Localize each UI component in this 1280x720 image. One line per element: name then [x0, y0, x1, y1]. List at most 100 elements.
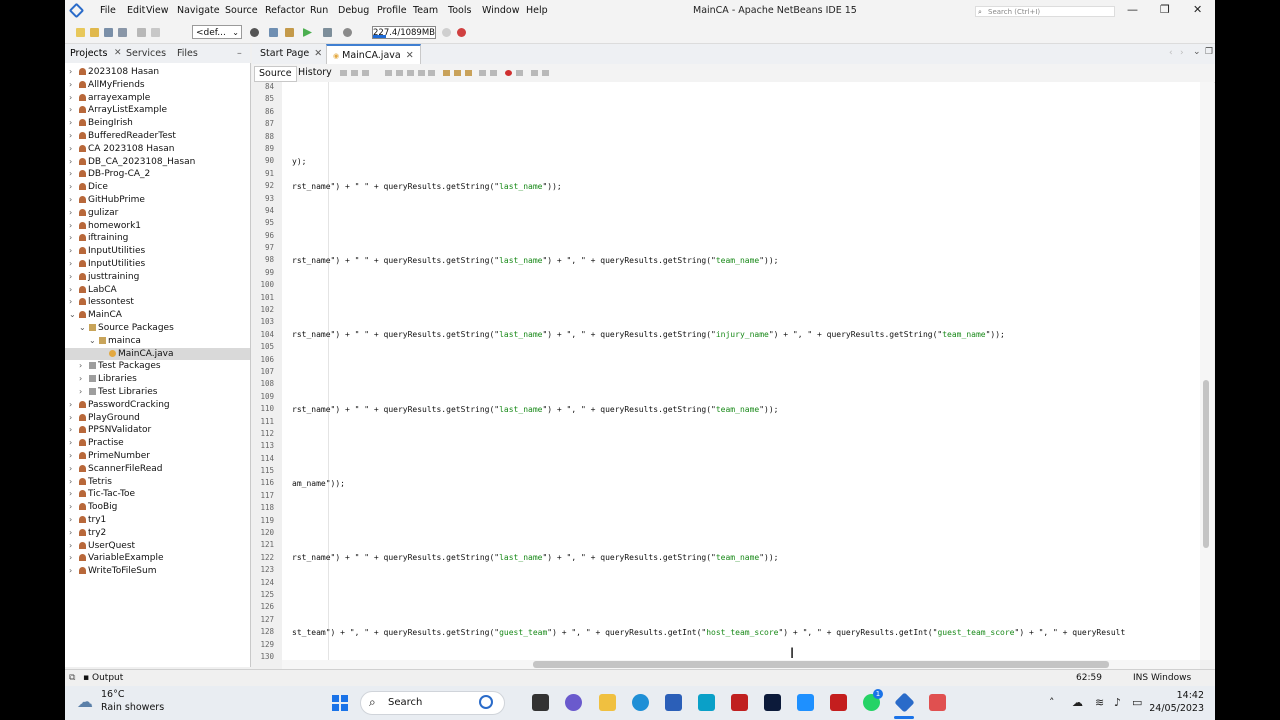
chevron-right-icon[interactable]: ›: [69, 476, 79, 488]
chevron-right-icon[interactable]: ›: [69, 514, 79, 526]
tree-node[interactable]: › try1: [65, 514, 250, 526]
volume-icon[interactable]: ♪: [1114, 696, 1121, 709]
tree-node[interactable]: › AllMyFriends: [65, 79, 250, 91]
line-number[interactable]: 92: [252, 181, 274, 190]
caret-position[interactable]: 62:59: [1076, 670, 1102, 686]
comment-icon[interactable]: [531, 70, 538, 76]
microsoft-store-icon[interactable]: [665, 694, 682, 711]
line-number[interactable]: 93: [252, 194, 274, 203]
line-number[interactable]: 88: [252, 132, 274, 141]
menu-tools[interactable]: Tools: [448, 5, 471, 16]
menu-run[interactable]: Run: [310, 5, 328, 16]
insert-mode-line-ending[interactable]: INS Windows (CRLF): [1133, 670, 1215, 686]
tree-node[interactable]: › homework1: [65, 220, 250, 232]
tree-node[interactable]: › DB-Prog-CA_2: [65, 168, 250, 180]
tree-node[interactable]: › VariableExample: [65, 552, 250, 564]
chevron-right-icon[interactable]: ›: [69, 540, 79, 552]
shift-right-icon[interactable]: [490, 70, 497, 76]
line-number[interactable]: 111: [252, 417, 274, 426]
profile-icon[interactable]: [343, 28, 352, 37]
code-line[interactable]: am_name"));: [292, 479, 345, 488]
tree-node[interactable]: › Test Packages: [65, 360, 250, 372]
line-number[interactable]: 85: [252, 94, 274, 103]
chevron-right-icon[interactable]: ›: [69, 284, 79, 296]
line-number[interactable]: 105: [252, 342, 274, 351]
new-project-icon[interactable]: [76, 28, 85, 37]
chevron-right-icon[interactable]: ›: [69, 501, 79, 513]
chevron-right-icon[interactable]: ›: [69, 565, 79, 577]
chevron-right-icon[interactable]: ›: [69, 450, 79, 462]
chevron-right-icon[interactable]: ›: [69, 66, 79, 78]
tree-node[interactable]: › Dice: [65, 181, 250, 193]
mcafee-icon[interactable]: [731, 694, 748, 711]
uncomment-icon[interactable]: [542, 70, 549, 76]
tree-node[interactable]: ⌄ MainCA: [65, 309, 250, 321]
l-app-icon[interactable]: [698, 694, 715, 711]
chevron-right-icon[interactable]: ›: [69, 424, 79, 436]
chevron-right-icon[interactable]: ›: [69, 220, 79, 232]
line-number[interactable]: 124: [252, 578, 274, 587]
line-number[interactable]: 119: [252, 516, 274, 525]
profiler-icon[interactable]: [457, 28, 466, 37]
tree-node[interactable]: › ArrayListExample: [65, 104, 250, 116]
toggle-rectangular-icon[interactable]: [428, 70, 435, 76]
undo-icon[interactable]: [137, 28, 146, 37]
forward-icon[interactable]: [362, 70, 369, 76]
menu-profile[interactable]: Profile: [377, 5, 407, 16]
back-icon[interactable]: [351, 70, 358, 76]
history-view-button[interactable]: History: [294, 66, 336, 80]
line-number[interactable]: 94: [252, 206, 274, 215]
close-tab-icon[interactable]: ✕: [314, 48, 322, 59]
line-number[interactable]: 126: [252, 602, 274, 611]
line-number[interactable]: 99: [252, 268, 274, 277]
line-number[interactable]: 87: [252, 119, 274, 128]
toggle-bookmark-icon[interactable]: [465, 70, 472, 76]
tab-files[interactable]: Files: [177, 48, 198, 59]
output-toggle-icon[interactable]: ▪: [83, 670, 89, 686]
start-macro-icon[interactable]: [505, 70, 512, 76]
line-number[interactable]: 123: [252, 565, 274, 574]
line-number[interactable]: 122: [252, 553, 274, 562]
tree-node[interactable]: › iftraining: [65, 232, 250, 244]
minimize-icon[interactable]: —: [1127, 3, 1138, 16]
line-number[interactable]: 125: [252, 590, 274, 599]
task-view-icon[interactable]: [532, 694, 549, 711]
chevron-right-icon[interactable]: ›: [69, 399, 79, 411]
chevron-right-icon[interactable]: ›: [69, 143, 79, 155]
find-previous-icon[interactable]: [385, 70, 392, 76]
maximize-editor-icon[interactable]: ❐: [1205, 47, 1213, 57]
line-number[interactable]: 101: [252, 293, 274, 302]
tree-node[interactable]: › GitHubPrime: [65, 194, 250, 206]
weather-temperature[interactable]: 16°C: [101, 689, 124, 700]
line-number[interactable]: 106: [252, 355, 274, 364]
stop-macro-icon[interactable]: [516, 70, 523, 76]
line-number[interactable]: 117: [252, 491, 274, 500]
line-number[interactable]: 116: [252, 478, 274, 487]
line-number[interactable]: 113: [252, 441, 274, 450]
menu-debug[interactable]: Debug: [338, 5, 369, 16]
line-number[interactable]: 89: [252, 144, 274, 153]
chevron-right-icon[interactable]: ›: [69, 92, 79, 104]
tree-node[interactable]: › BufferedReaderTest: [65, 130, 250, 142]
debug-icon[interactable]: [323, 28, 332, 37]
chevron-right-icon[interactable]: ›: [79, 373, 89, 385]
line-number[interactable]: 114: [252, 454, 274, 463]
chevron-right-icon[interactable]: ›: [79, 360, 89, 372]
menu-refactor[interactable]: Refactor: [265, 5, 305, 16]
gc-icon[interactable]: [442, 28, 451, 37]
line-number[interactable]: 91: [252, 169, 274, 178]
line-number[interactable]: 120: [252, 528, 274, 537]
line-number[interactable]: 110: [252, 404, 274, 413]
chevron-right-icon[interactable]: ›: [69, 437, 79, 449]
chevron-right-icon[interactable]: ›: [69, 296, 79, 308]
tree-node[interactable]: › BeingIrish: [65, 117, 250, 129]
line-number[interactable]: 112: [252, 429, 274, 438]
tab-services[interactable]: Services: [126, 48, 166, 59]
line-number[interactable]: 84: [252, 82, 274, 91]
line-number[interactable]: 97: [252, 243, 274, 252]
tree-node[interactable]: › Practise: [65, 437, 250, 449]
tree-node[interactable]: › 2023108 Hasan: [65, 66, 250, 78]
chevron-down-icon[interactable]: ⌄: [89, 335, 99, 347]
tree-node[interactable]: › UserQuest: [65, 540, 250, 552]
clock-time[interactable]: 14:42: [1154, 690, 1204, 701]
